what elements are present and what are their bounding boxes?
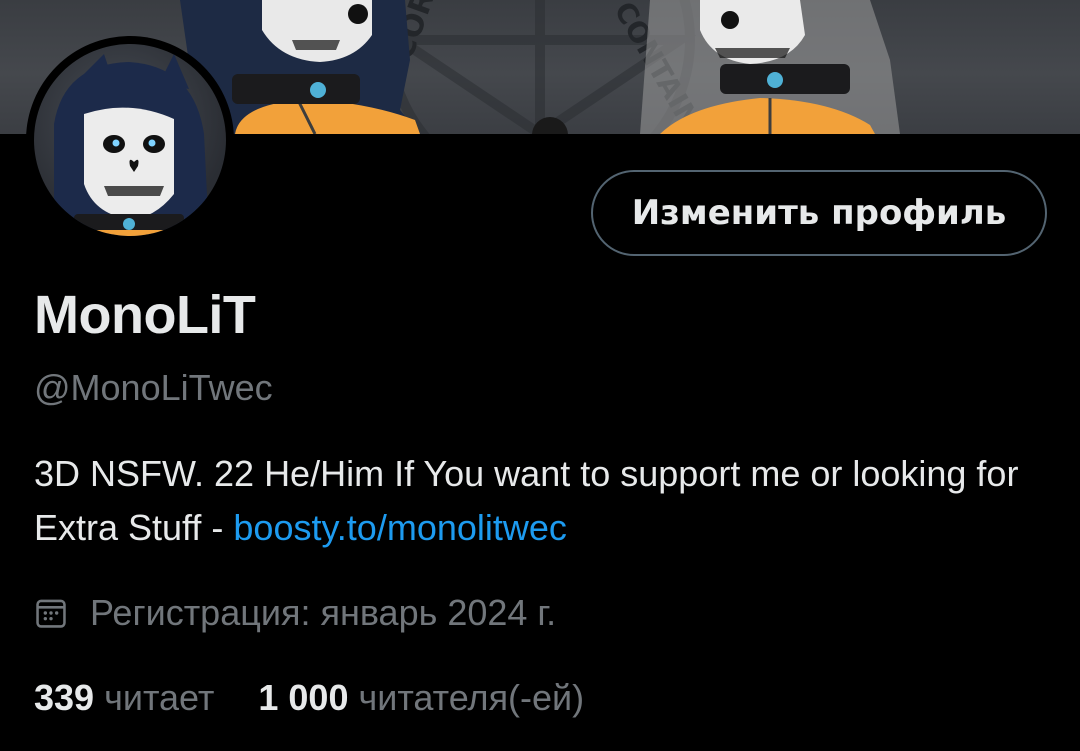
profile-page: CORE CONTAIN: [0, 0, 1080, 751]
profile-avatar[interactable]: [26, 36, 234, 244]
follow-stats: 339 читает 1 000 читателя(-ей): [34, 677, 628, 719]
banner-character-right: [640, 0, 900, 134]
following-link[interactable]: 339 читает: [34, 677, 214, 719]
join-date-text: Регистрация: январь 2024 г.: [90, 592, 557, 633]
followers-count: 1 000: [258, 677, 349, 718]
join-date: Регистрация: январь 2024 г.: [34, 592, 556, 634]
following-count: 339: [34, 677, 95, 718]
profile-bio: 3D NSFW. 22 He/Him If You want to suppor…: [34, 447, 1054, 555]
following-label: читает: [104, 677, 215, 718]
bio-link[interactable]: boosty.to/monolitwec: [233, 507, 567, 548]
avatar-image: [34, 44, 226, 236]
followers-label: читателя(-ей): [358, 677, 585, 718]
edit-profile-button[interactable]: Изменить профиль: [591, 170, 1047, 256]
followers-link[interactable]: 1 000 читателя(-ей): [258, 677, 584, 719]
display-name: MonoLiT: [34, 285, 256, 345]
user-handle: @MonoLiTwec: [34, 367, 273, 408]
calendar-icon: [36, 599, 66, 628]
